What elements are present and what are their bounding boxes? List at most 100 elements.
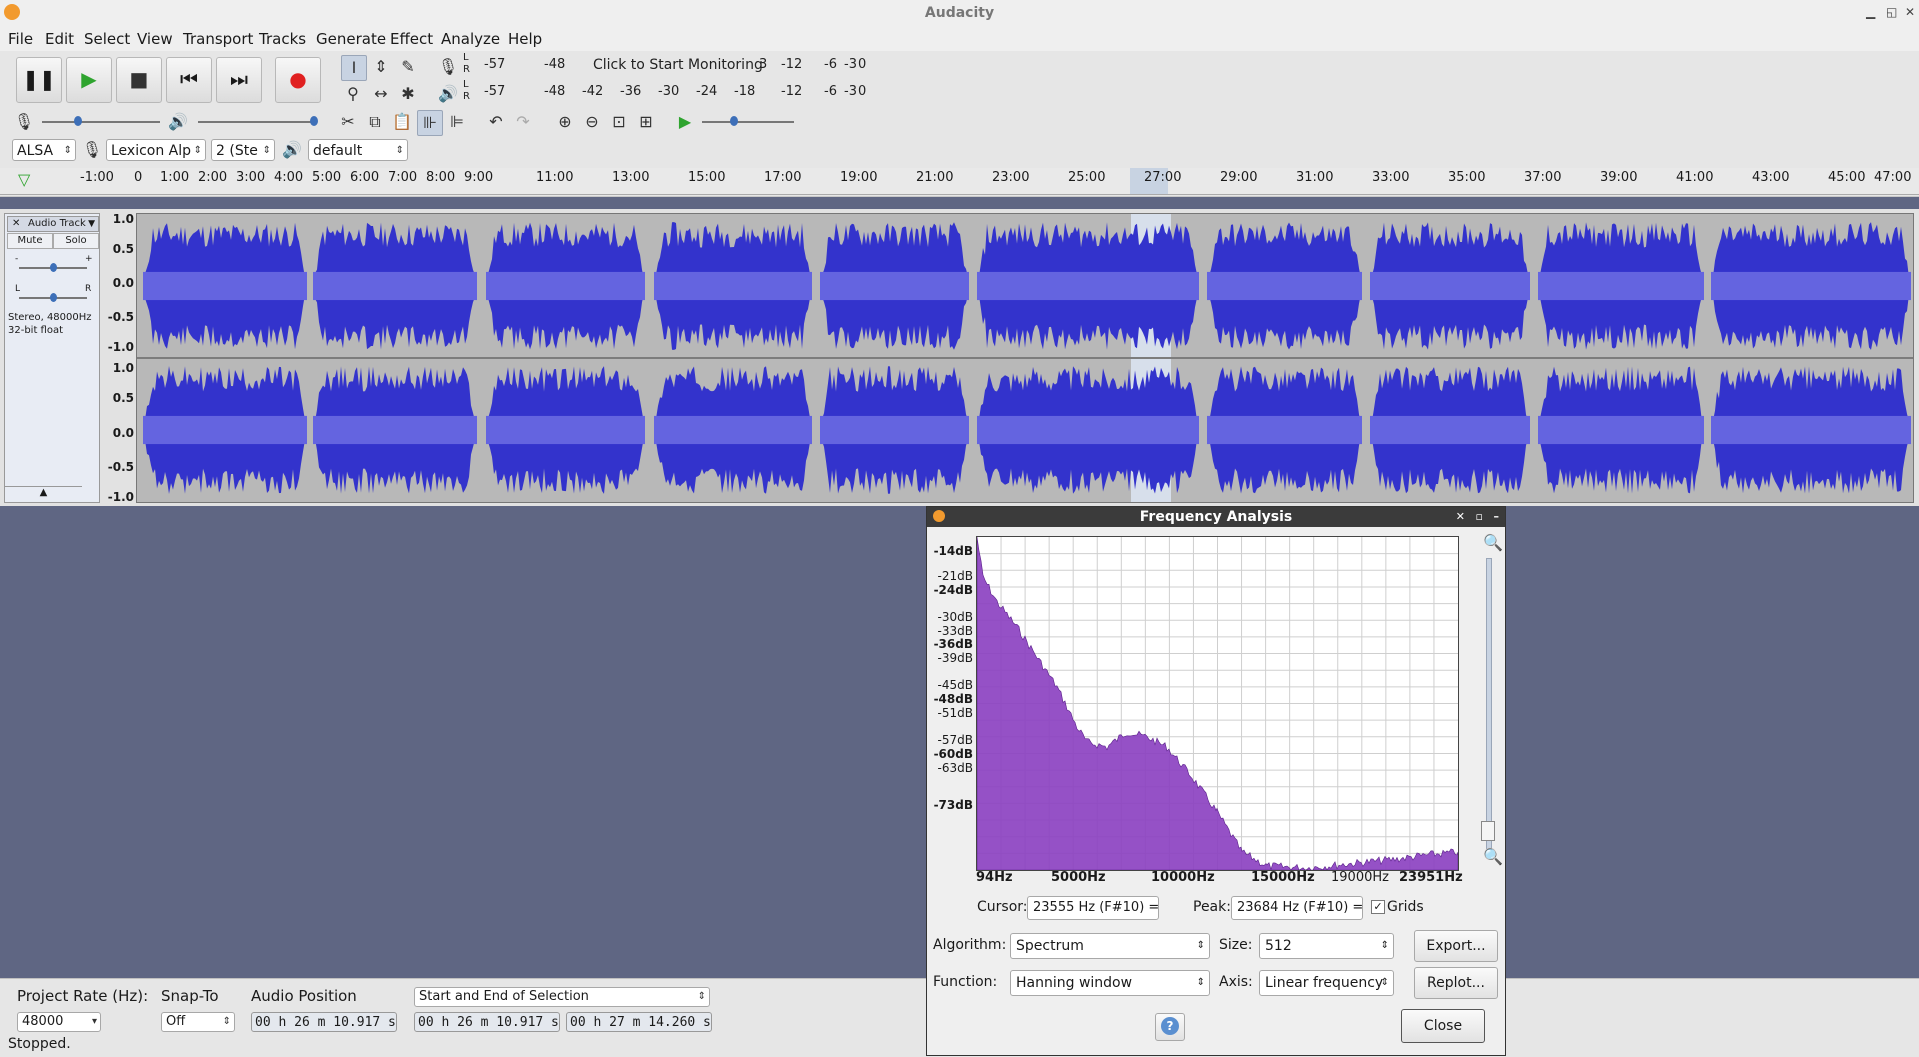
input-channels-select[interactable]: 2 (Ste ⇕ [211, 139, 275, 161]
click-to-start-monitoring[interactable]: Click to Start Monitoring [593, 57, 763, 73]
record-meter[interactable]: -57 -48 Click to Start Monitoring 3 -12 … [474, 54, 874, 76]
axis-select[interactable]: Linear frequency ⇕ [1259, 970, 1394, 996]
fit-selection-icon[interactable]: ⊡ [607, 110, 631, 134]
restore-window-icon[interactable]: ◱ [1886, 5, 1897, 19]
play-speed-slider[interactable] [702, 121, 794, 123]
audio-position-label: Audio Position [251, 987, 357, 1005]
mute-button[interactable]: Mute [7, 233, 53, 249]
menu-analyze[interactable]: Analyze [441, 30, 500, 48]
minimize-window-icon[interactable]: ▁ [1866, 5, 1875, 19]
ruler-tick-label: 5:00 [312, 170, 342, 185]
draw-tool-icon[interactable]: ✎ [396, 55, 420, 79]
menu-edit[interactable]: Edit [45, 30, 74, 48]
play-at-speed-icon[interactable]: ▶ [673, 110, 697, 134]
copy-icon[interactable]: ⧉ [363, 110, 387, 134]
playback-volume-thumb[interactable] [310, 116, 318, 126]
gain-plus-label: + [85, 254, 93, 264]
amplitude-scale-label: -0.5 [107, 460, 134, 474]
grids-label: Grids [1387, 899, 1424, 915]
undo-icon[interactable]: ↶ [484, 110, 508, 134]
skip-to-start-button[interactable]: ⏮ [166, 57, 212, 103]
cut-icon[interactable]: ✂ [336, 110, 360, 134]
playback-meter-speaker-icon[interactable]: 🔊 [436, 82, 460, 106]
grids-checkbox[interactable]: ✓ [1371, 900, 1385, 914]
close-button[interactable]: Close [1401, 1009, 1485, 1043]
input-device-mic-icon: 🎙 [81, 140, 103, 159]
menu-tracks[interactable]: Tracks [259, 30, 306, 48]
zoom-in-icon[interactable]: ⊕ [553, 110, 577, 134]
silence-icon[interactable]: ⊫ [445, 110, 469, 134]
zoom-in-icon[interactable]: 🔍 [1483, 533, 1503, 552]
zoom-out-icon[interactable]: 🔍 [1483, 847, 1503, 866]
size-label: Size: [1219, 937, 1253, 953]
menu-generate[interactable]: Generate [316, 30, 386, 48]
timeshift-tool-icon[interactable]: ↔ [369, 82, 393, 106]
solo-button[interactable]: Solo [53, 233, 99, 249]
audio-position-time[interactable]: 00 h 26 m 10.917 s [251, 1012, 397, 1032]
algorithm-select[interactable]: Spectrum ⇕ [1010, 933, 1210, 959]
ruler-tick-label: 8:00 [426, 170, 456, 185]
menu-file[interactable]: File [8, 30, 33, 48]
fit-project-icon[interactable]: ⊞ [634, 110, 658, 134]
menu-help[interactable]: Help [508, 30, 542, 48]
zoom-out-icon[interactable]: ⊖ [580, 110, 604, 134]
menu-view[interactable]: View [137, 30, 173, 48]
timeline-ruler[interactable]: ▽ -1:00 0 1:00 2:00 3:00 4:00 5:00 6:00 … [0, 168, 1919, 195]
pause-button[interactable]: ❚❚ [16, 57, 62, 103]
close-window-icon[interactable]: ✕ [1905, 5, 1915, 19]
audio-host-select[interactable]: ALSA ⇕ [12, 139, 76, 161]
export-button[interactable]: Export... [1414, 930, 1498, 962]
output-device-select[interactable]: default ⇕ [308, 139, 408, 161]
waveform-area[interactable] [136, 213, 1914, 503]
selection-start-time[interactable]: 00 h 26 m 10.917 s [414, 1012, 560, 1032]
dialog-maximize-icon[interactable]: ▫ [1476, 507, 1483, 527]
collapse-track-icon[interactable]: ▲ [5, 486, 82, 503]
menu-select[interactable]: Select [84, 30, 130, 48]
input-device-select[interactable]: Lexicon Alp ⇕ [106, 139, 206, 161]
track-control-panel[interactable]: ✕ Audio Track ▼ Mute Solo - + L R Stereo… [4, 213, 100, 503]
paste-icon[interactable]: 📋 [390, 110, 414, 134]
selection-tool-icon[interactable]: I [341, 55, 367, 81]
play-speed-thumb[interactable] [730, 116, 738, 126]
play-button[interactable]: ▶ [66, 57, 112, 103]
track-name-menu[interactable]: ✕ Audio Track ▼ [7, 216, 99, 232]
recording-volume-slider[interactable] [42, 121, 160, 123]
snap-to-select[interactable]: Off ⇕ [161, 1012, 235, 1032]
play-head-triangle-icon[interactable]: ▽ [18, 170, 30, 189]
replot-button[interactable]: Replot... [1414, 967, 1498, 999]
dialog-minimize-icon[interactable]: – [1494, 507, 1500, 527]
playback-volume-slider[interactable] [198, 121, 316, 123]
skip-to-end-button[interactable]: ⏭ [216, 57, 262, 103]
close-track-icon[interactable]: ✕ [12, 217, 20, 231]
trim-icon[interactable]: ⊪ [417, 110, 443, 136]
track-sample-format: 32-bit float [8, 325, 64, 336]
dialog-close-icon[interactable]: ✕ [1456, 507, 1465, 527]
multi-tool-icon[interactable]: ✱ [396, 82, 420, 106]
project-rate-select[interactable]: 48000 ▾ [17, 1012, 101, 1032]
help-button[interactable]: ? [1155, 1013, 1185, 1041]
gain-slider-thumb[interactable] [50, 263, 57, 272]
selection-mode-select[interactable]: Start and End of Selection ⇕ [414, 987, 710, 1007]
ruler-tick-label: 27:00 [1144, 170, 1182, 185]
meter-l-label: L [463, 79, 469, 90]
playback-meter[interactable]: -57 -48 -42 -36 -30 -24 -18 -12 -6 -3 0 [474, 81, 874, 103]
redo-icon[interactable]: ↷ [511, 110, 535, 134]
pan-slider-thumb[interactable] [50, 293, 57, 302]
function-select[interactable]: Hanning window ⇕ [1010, 970, 1210, 996]
envelope-tool-icon[interactable]: ⇕ [369, 55, 393, 79]
selection-end-time[interactable]: 00 h 27 m 14.260 s [566, 1012, 712, 1032]
algorithm-value: Spectrum [1016, 938, 1084, 954]
size-select[interactable]: 512 ⇕ [1259, 933, 1394, 959]
spectrum-plot[interactable] [976, 536, 1459, 871]
menu-effect[interactable]: Effect [390, 30, 433, 48]
vertical-zoom-slider[interactable] [1486, 558, 1492, 850]
zoom-tool-icon[interactable]: ⚲ [341, 82, 365, 106]
stop-button[interactable]: ■ [116, 57, 162, 103]
recording-volume-thumb[interactable] [74, 116, 82, 126]
menu-transport[interactable]: Transport [183, 30, 253, 48]
amplitude-scale-label: 1.0 [112, 212, 134, 226]
record-button[interactable]: ● [275, 57, 321, 103]
frequency-axis-label: 94Hz [976, 870, 1013, 885]
vertical-zoom-thumb[interactable] [1481, 821, 1495, 841]
record-meter-mic-icon[interactable]: 🎙 [436, 55, 460, 79]
